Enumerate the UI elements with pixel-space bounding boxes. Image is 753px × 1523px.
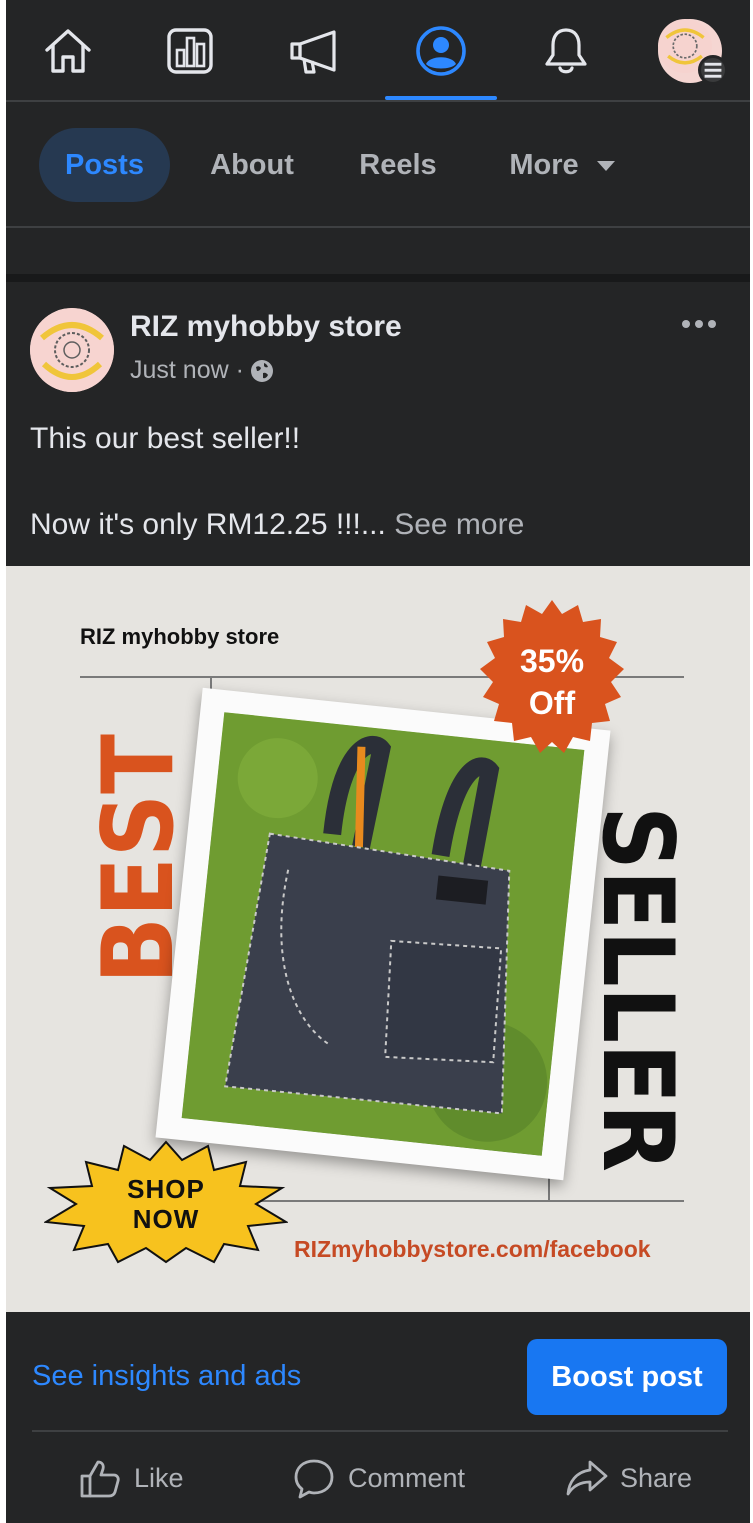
share-icon xyxy=(566,1460,608,1496)
post-text-body: Now it's only RM12.25 !!!... xyxy=(30,508,386,541)
comment-label: Comment xyxy=(348,1462,466,1493)
dot-icon xyxy=(695,320,703,328)
globe-icon xyxy=(250,359,273,382)
product-photo-frame xyxy=(155,687,611,1181)
app-screen: Posts About Reels More RIZ myhobby store… xyxy=(6,0,750,1523)
nav-notifications[interactable] xyxy=(510,0,622,101)
like-label: Like xyxy=(134,1462,184,1493)
avatar xyxy=(658,18,728,85)
see-insights-link[interactable]: See insights and ads xyxy=(32,1360,301,1393)
post-author-avatar[interactable] xyxy=(30,308,114,392)
post-timestamp[interactable]: Just now · xyxy=(130,356,244,385)
share-label: Share xyxy=(620,1462,693,1493)
section-separator xyxy=(6,274,750,282)
home-icon xyxy=(45,28,91,73)
menu-badge xyxy=(698,54,728,85)
like-button[interactable]: Like xyxy=(78,1450,184,1506)
tote-bag-icon xyxy=(181,712,585,1156)
ad-divider xyxy=(258,1200,684,1202)
spacer xyxy=(6,228,750,276)
megaphone-icon xyxy=(290,29,336,74)
nav-home[interactable] xyxy=(12,0,124,101)
ad-store-name: RIZ myhobby store xyxy=(80,624,280,649)
tab-more[interactable]: More xyxy=(488,128,636,202)
post-image[interactable]: RIZ myhobby store BEST xyxy=(6,566,750,1312)
discount-badge: 35% Off xyxy=(474,600,630,756)
comment-button[interactable]: Comment xyxy=(292,1450,465,1506)
discount-percent: 35% xyxy=(519,643,585,679)
nav-menu[interactable] xyxy=(634,0,746,101)
see-more-link[interactable]: See more xyxy=(394,508,524,541)
top-navigation xyxy=(6,0,750,101)
profile-icon xyxy=(416,25,466,76)
caret-down-icon xyxy=(596,161,615,171)
profile-tabs: Posts About Reels More xyxy=(6,102,750,226)
nav-profile[interactable] xyxy=(385,0,497,101)
store-logo-icon xyxy=(30,308,114,392)
shop-now-line-1: SHOP xyxy=(127,1174,205,1204)
shop-now-text: SHOP NOW xyxy=(44,1174,288,1234)
bell-icon xyxy=(545,27,587,73)
post-options-button[interactable] xyxy=(674,306,724,342)
shop-now-badge: SHOP NOW xyxy=(42,1140,290,1264)
post-meta: Just now · xyxy=(130,356,274,385)
post-text-line-2: Now it's only RM12.25 !!!... See more xyxy=(30,508,524,542)
tab-more-label: More xyxy=(509,148,579,181)
seller-text: SELLER xyxy=(592,806,688,1172)
boost-post-button[interactable]: Boost post xyxy=(527,1339,727,1415)
nav-dashboard[interactable] xyxy=(134,0,246,101)
svg-text:SELLER: SELLER xyxy=(592,806,688,1172)
post-text-line-1: This our best seller!! xyxy=(30,422,301,455)
post-author-name[interactable]: RIZ myhobby store xyxy=(130,310,402,344)
ad-url: RIZmyhobbystore.com/facebook xyxy=(294,1236,651,1262)
dot-icon xyxy=(682,320,690,328)
dot-icon xyxy=(708,320,716,328)
best-text: BEST xyxy=(88,734,184,984)
thumbs-up-icon xyxy=(80,1460,120,1498)
tab-about[interactable]: About xyxy=(196,128,308,202)
hamburger-icon xyxy=(704,62,722,78)
share-button[interactable]: Share xyxy=(564,1450,692,1506)
dashboard-icon xyxy=(167,27,213,74)
actions-divider xyxy=(32,1430,728,1432)
shop-now-line-2: NOW xyxy=(132,1204,200,1234)
discount-off: Off xyxy=(528,685,576,721)
tab-posts[interactable]: Posts xyxy=(39,128,170,202)
tab-reels[interactable]: Reels xyxy=(346,128,450,202)
nav-ads[interactable] xyxy=(259,0,371,101)
comment-icon xyxy=(294,1459,334,1499)
discount-text: 35% Off xyxy=(474,640,630,724)
svg-text:BEST: BEST xyxy=(88,734,184,984)
product-photo xyxy=(181,712,585,1156)
